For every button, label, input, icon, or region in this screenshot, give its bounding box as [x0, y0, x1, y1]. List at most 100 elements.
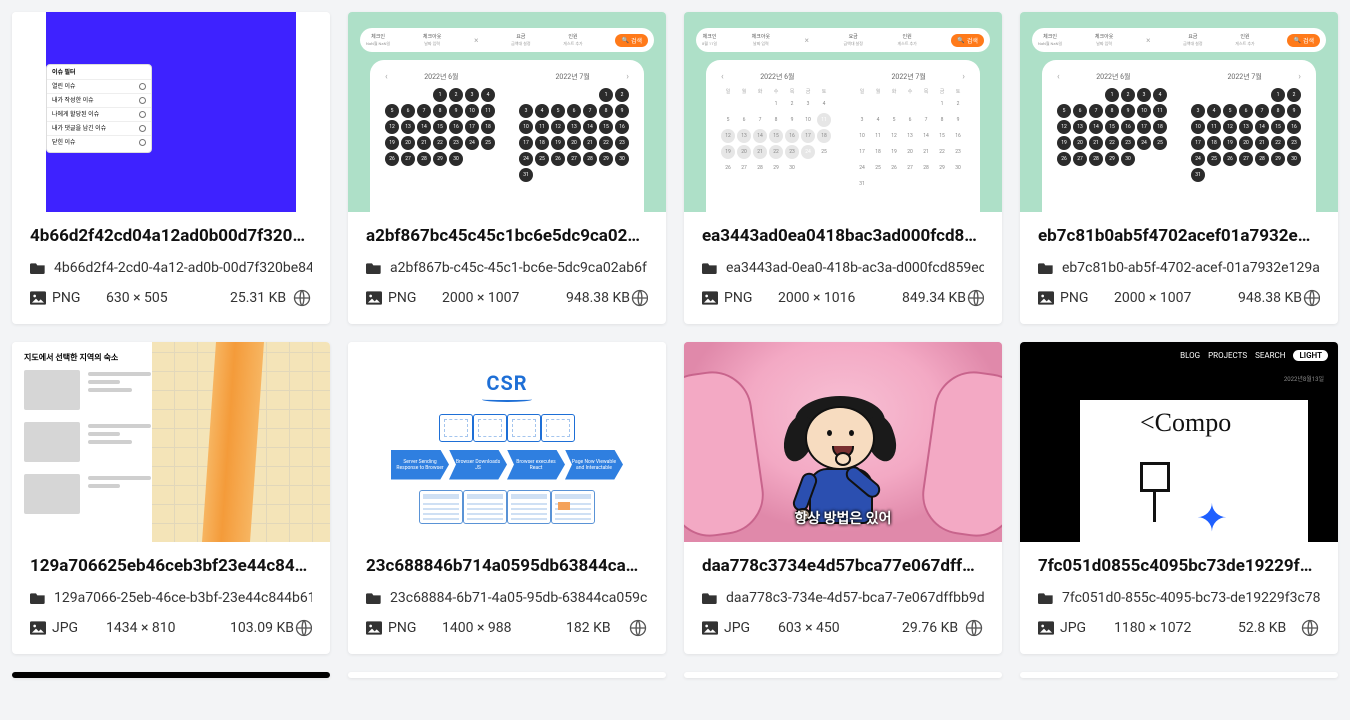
file-size: 103.09 KB [230, 620, 294, 636]
folder-name: a2bf867b-c45c-45c1-bc6e-5dc9ca02ab6f [390, 260, 647, 276]
file-title: 129a706625eb46ceb3bf23e44c84… [30, 556, 312, 576]
thumbnail: CSR Server Sending Response to Browser B… [348, 342, 666, 542]
file-format: JPG [52, 620, 106, 636]
image-icon [366, 291, 382, 305]
file-title: 4b66d2f42cd04a12ad0b00d7f320… [30, 226, 312, 246]
file-size: 948.38 KB [566, 290, 630, 306]
public-icon [292, 288, 312, 308]
light-toggle: LIGHT [1293, 350, 1328, 361]
public-icon [1300, 618, 1320, 638]
file-format: PNG [724, 290, 778, 306]
star-icon: ✦ [1196, 500, 1228, 538]
asset-card[interactable]: 체크인NaN월 NaN일 체크아웃날짜 입력 × 요금금액대 설정 인원게스트 … [1020, 12, 1338, 324]
asset-card-peek [684, 672, 1002, 678]
thumbnail: 체크인8월 11일 체크아웃날짜 입력 × 요금금액대 설정 인원게스트 추가 … [684, 12, 1002, 212]
file-size: 182 KB [566, 620, 628, 636]
asset-card[interactable]: CSR Server Sending Response to Browser B… [348, 342, 666, 654]
folder-name: eb7c81b0-ab5f-4702-acef-01a7932e129a [1062, 260, 1320, 276]
file-size: 948.38 KB [1238, 290, 1302, 306]
chevron-right-icon: › [626, 72, 629, 82]
file-size: 849.34 KB [902, 290, 966, 306]
folder-icon [702, 261, 718, 275]
file-dimensions: 603 × 450 [778, 620, 902, 636]
file-dimensions: 2000 × 1007 [442, 290, 566, 306]
file-format: PNG [388, 290, 442, 306]
file-title: 7fc051d0855c4095bc73de19229f3… [1038, 556, 1320, 576]
folder-icon [702, 591, 718, 605]
file-format: JPG [724, 620, 778, 636]
folder-icon [366, 591, 382, 605]
folder-name: 23c68884-6b71-4a05-95db-63844ca059c [390, 590, 647, 606]
nav: BLOG PROJECTS SEARCH LIGHT [1180, 350, 1328, 361]
public-icon [966, 288, 984, 308]
asset-card[interactable]: 지도에서 선택한 지역의 숙소 129a706625eb46ceb3bf23e4… [12, 342, 330, 654]
file-dimensions: 1434 × 810 [106, 620, 230, 636]
image-icon [366, 621, 382, 635]
issue-filter-popup: 이슈 필터 열린 이슈 내가 작성한 이슈 나에게 할당된 이슈 내가 댓글을 … [46, 64, 152, 153]
asset-card-peek [348, 672, 666, 678]
file-title: 23c688846b714a0595db63844ca… [366, 556, 648, 576]
thumbnail: 이슈 필터 열린 이슈 내가 작성한 이슈 나에게 할당된 이슈 내가 댓글을 … [12, 12, 330, 212]
thumbnail: 지도에서 선택한 지역의 숙소 [12, 342, 330, 542]
thumbnail: 체크인NaN월 NaN일 체크아웃날짜 입력 × 요금금액대 설정 인원게스트 … [348, 12, 666, 212]
file-format: PNG [388, 620, 442, 636]
radio [139, 139, 146, 146]
asset-card[interactable]: 항상 방법은 있어 daa778c3734e4d57bca77e067dffb…… [684, 342, 1002, 654]
folder-name: daa778c3-734e-4d57-bca7-7e067dffbb9d [726, 590, 984, 606]
file-title: eb7c81b0ab5f4702acef01a7932e1… [1038, 226, 1320, 246]
thumbnail: BLOG PROJECTS SEARCH LIGHT 2022년8월13일 <C… [1020, 342, 1338, 542]
file-format: JPG [1060, 620, 1114, 636]
caption: 항상 방법은 있어 [684, 508, 1002, 528]
file-dimensions: 1400 × 988 [442, 620, 566, 636]
file-format: PNG [52, 290, 106, 306]
public-icon [630, 288, 648, 308]
file-format: PNG [1060, 290, 1114, 306]
file-title: a2bf867bc45c45c1bc6e5dc9ca02… [366, 226, 648, 246]
asset-grid: 이슈 필터 열린 이슈 내가 작성한 이슈 나에게 할당된 이슈 내가 댓글을 … [0, 12, 1350, 678]
file-dimensions: 1180 × 1072 [1114, 620, 1238, 636]
folder-name: ea3443ad-0ea0-418b-ac3a-d000fcd859ec [726, 260, 984, 276]
file-dimensions: 2000 × 1007 [1114, 290, 1238, 306]
public-icon [628, 618, 648, 638]
date: 2022년8월13일 [1284, 374, 1324, 383]
file-size: 29.76 KB [902, 620, 964, 636]
file-size: 52.8 KB [1238, 620, 1300, 636]
popup-title: 이슈 필터 [47, 68, 151, 79]
close-icon: × [474, 36, 478, 45]
search-button: 🔍검색 [615, 34, 648, 47]
image-icon [702, 291, 718, 305]
radio [139, 125, 146, 132]
file-title: daa778c3734e4d57bca77e067dffb… [702, 556, 984, 576]
public-icon [964, 618, 984, 638]
file-dimensions: 630 × 505 [106, 290, 230, 306]
chevron-left-icon: ‹ [385, 72, 388, 82]
folder-name: 129a7066-25eb-46ce-b3bf-23e44c844b61 [54, 590, 312, 606]
public-icon [1302, 288, 1320, 308]
file-title: ea3443ad0ea0418bac3ad000fcd8… [702, 226, 984, 246]
radio [139, 83, 146, 90]
asset-card[interactable]: 체크인NaN월 NaN일 체크아웃날짜 입력 × 요금금액대 설정 인원게스트 … [348, 12, 666, 324]
folder-name: 4b66d2f4-2cd0-4a12-ad0b-00d7f320be84 [54, 260, 312, 276]
asset-card[interactable]: 이슈 필터 열린 이슈 내가 작성한 이슈 나에게 할당된 이슈 내가 댓글을 … [12, 12, 330, 324]
folder-icon [366, 261, 382, 275]
thumbnail: 항상 방법은 있어 [684, 342, 1002, 542]
public-icon [294, 618, 312, 638]
image-icon [1038, 291, 1054, 305]
image-icon [30, 291, 46, 305]
thumbnail: 체크인NaN월 NaN일 체크아웃날짜 입력 × 요금금액대 설정 인원게스트 … [1020, 12, 1338, 212]
folder-name: 7fc051d0-855c-4095-bc73-de19229f3c78 [1062, 590, 1320, 606]
folder-icon [1038, 261, 1054, 275]
image-icon [1038, 621, 1054, 635]
folder-icon [30, 591, 46, 605]
search-bar: 체크인NaN월 NaN일 체크아웃날짜 입력 × 요금금액대 설정 인원게스트 … [360, 28, 654, 52]
file-size: 25.31 KB [230, 290, 292, 306]
map-title: 지도에서 선택한 지역의 숙소 [24, 352, 118, 363]
image-icon [30, 621, 46, 635]
radio [139, 97, 146, 104]
asset-card[interactable]: 체크인8월 11일 체크아웃날짜 입력 × 요금금액대 설정 인원게스트 추가 … [684, 12, 1002, 324]
asset-card[interactable]: BLOG PROJECTS SEARCH LIGHT 2022년8월13일 <C… [1020, 342, 1338, 654]
asset-card-peek [12, 672, 330, 678]
sketch-text: <Compo [1140, 408, 1231, 438]
image-icon [702, 621, 718, 635]
csr-title: CSR [486, 371, 527, 395]
